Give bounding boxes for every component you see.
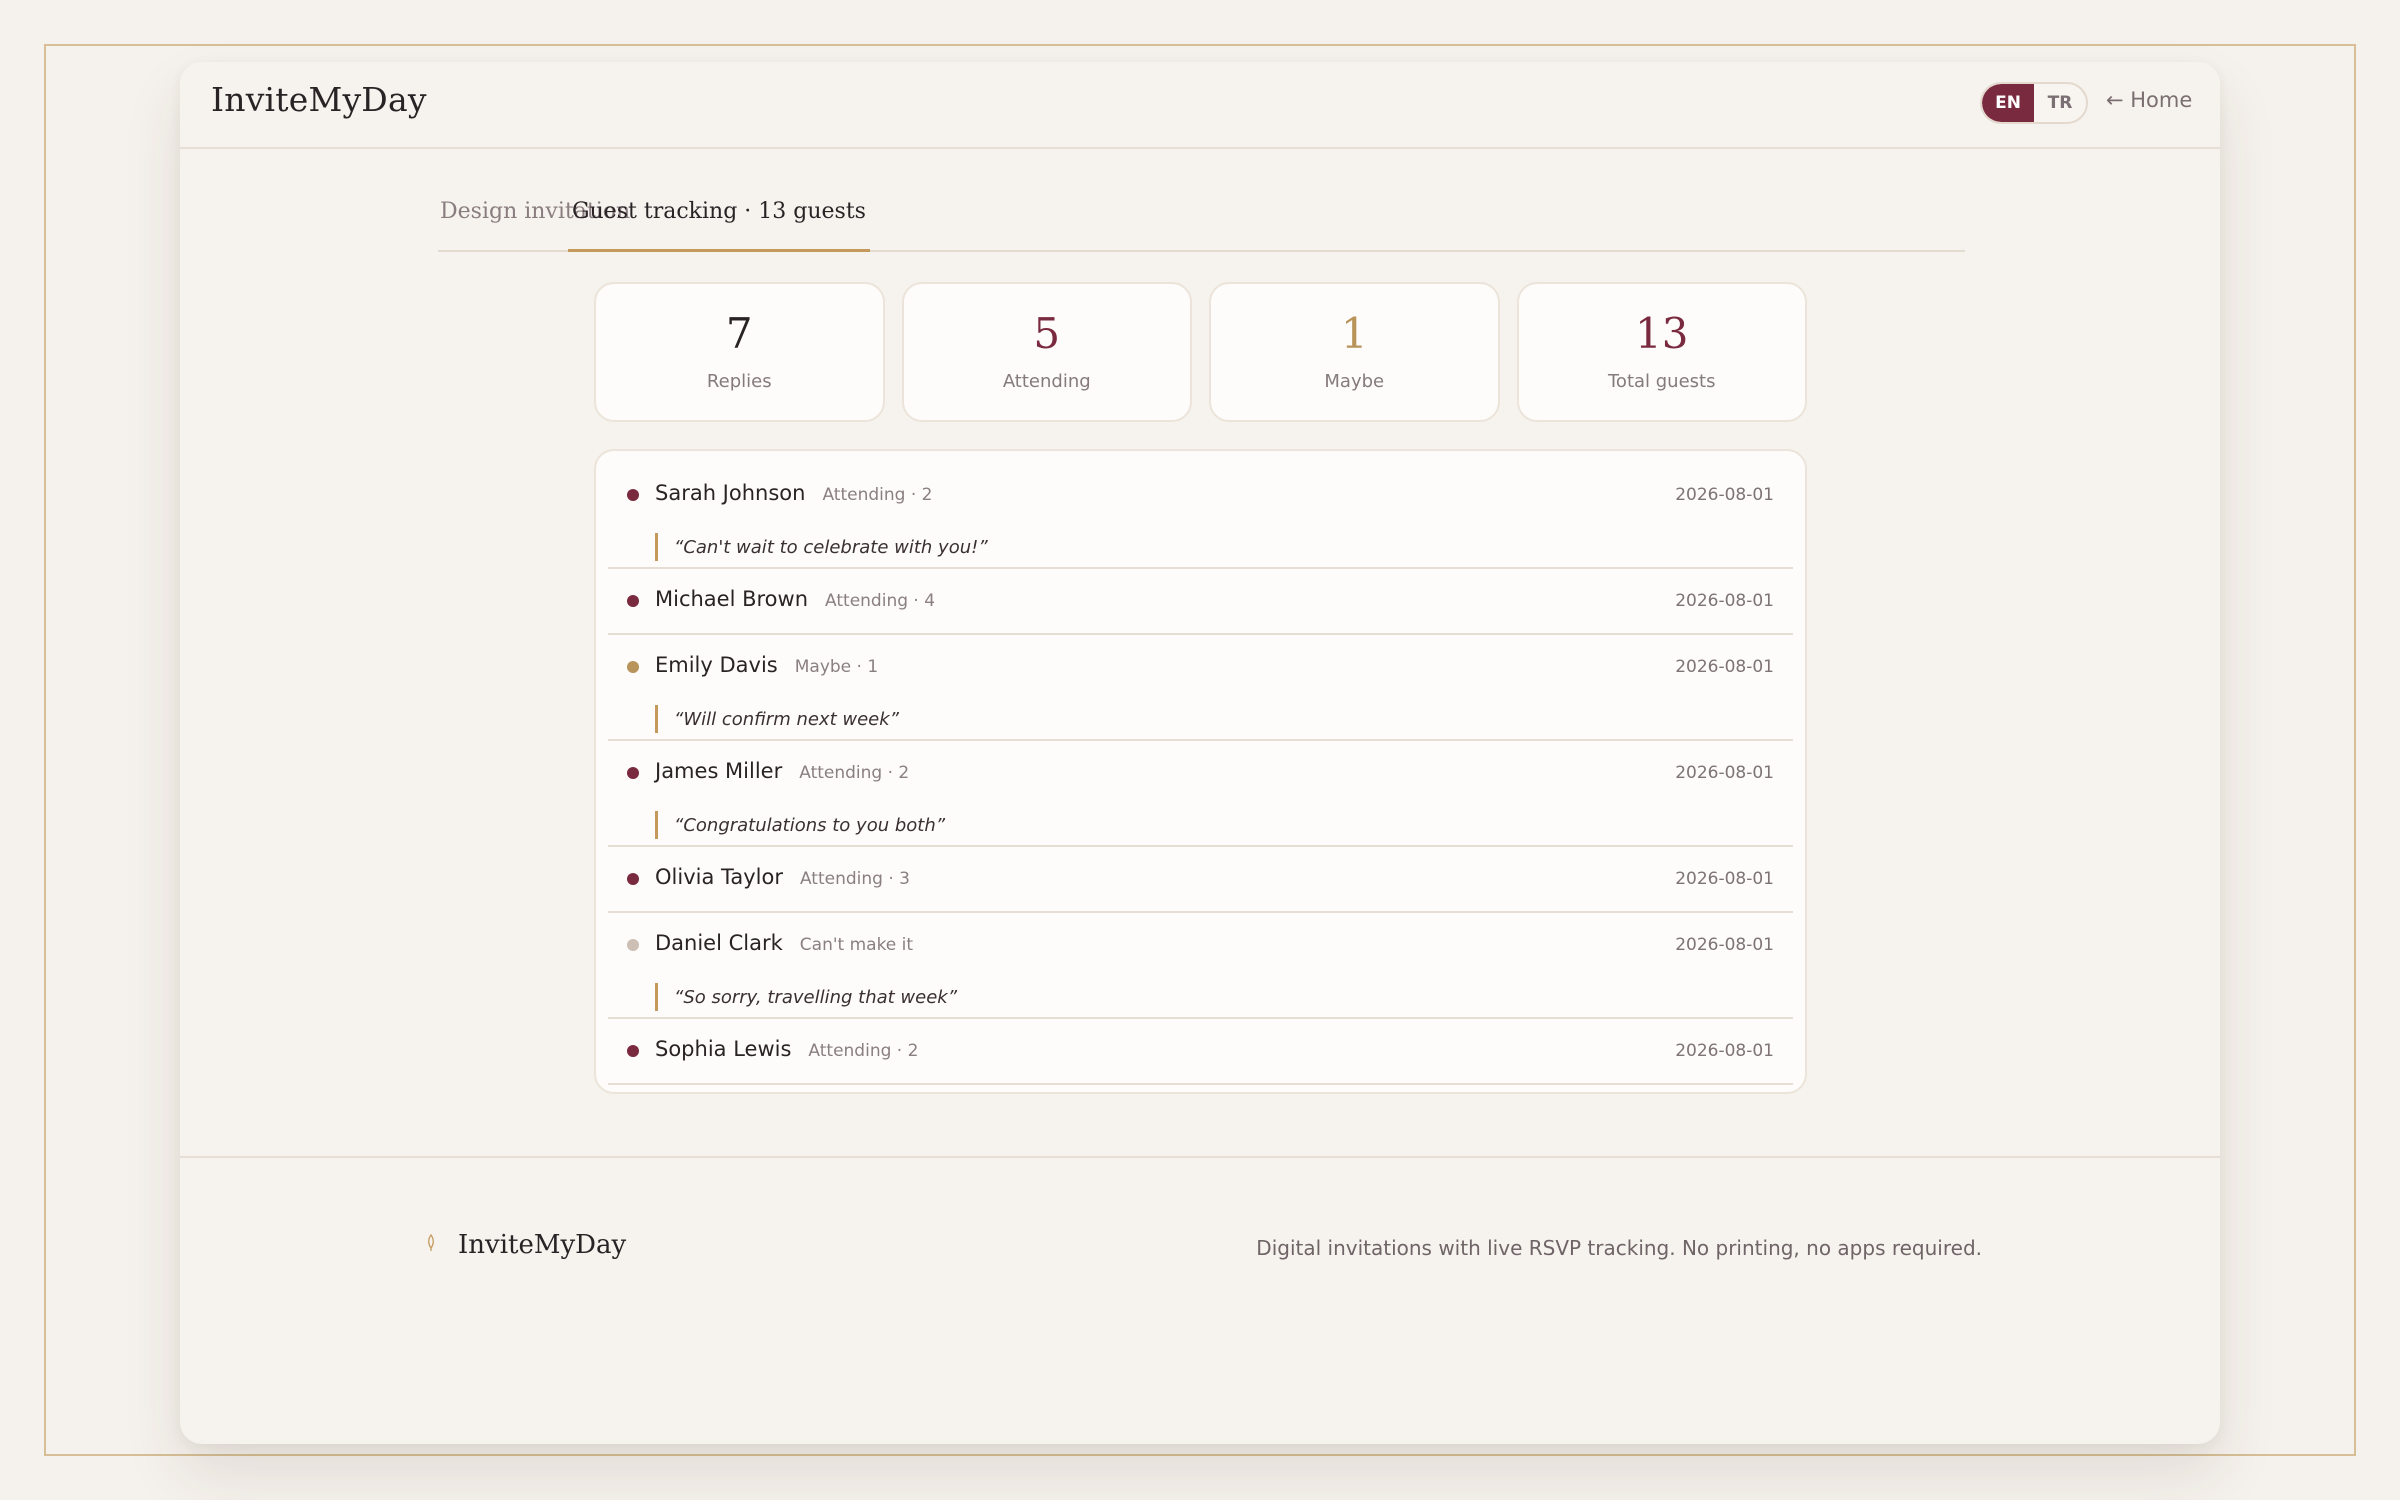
- reply-date: 2026-08-01: [1675, 657, 1774, 677]
- guest-name-line: Emily Davis Maybe · 1: [655, 653, 878, 677]
- rsvp-row[interactable]: Sophia Lewis Attending · 2 2026-08-01: [608, 1019, 1793, 1085]
- guest-status: Attending · 4: [825, 591, 936, 611]
- status-dot: [627, 873, 639, 885]
- reply-date: 2026-08-01: [1675, 763, 1774, 783]
- guest-name-line: Sophia Lewis Attending · 2: [655, 1037, 918, 1061]
- guest-note: “Congratulations to you both”: [655, 811, 945, 839]
- stat-value: 1: [1340, 308, 1368, 358]
- brand-logo[interactable]: InviteMyDay: [211, 80, 427, 119]
- stat-label: Replies: [706, 370, 772, 392]
- reply-date: 2026-08-01: [1675, 485, 1774, 505]
- status-dot: [627, 1045, 639, 1057]
- language-toggle: EN TR: [1980, 82, 2088, 124]
- guest-name: Sophia Lewis: [655, 1037, 792, 1061]
- footer: InviteMyDay Digital invitations with liv…: [180, 1156, 2220, 1444]
- footer-brand-name: InviteMyDay: [458, 1230, 627, 1260]
- stat-label: Attending: [1002, 370, 1091, 392]
- guest-status: Maybe · 1: [794, 657, 879, 677]
- stat-value: 5: [1033, 308, 1061, 358]
- guest-status: Attending · 2: [822, 485, 933, 505]
- status-dot: [627, 939, 639, 951]
- rsvp-row[interactable]: Daniel Clark Can't make it 2026-08-01 “So s…: [608, 913, 1793, 1019]
- guest-name: James Miller: [655, 759, 783, 783]
- guest-note: “Will confirm next week”: [655, 705, 899, 733]
- stat-card-total-guests: 13 Total guests: [1516, 282, 1807, 422]
- language-tr-button[interactable]: TR: [2034, 84, 2086, 122]
- status-dot: [627, 595, 639, 607]
- guest-name-line: Olivia Taylor Attending · 3: [655, 865, 910, 889]
- stat-card-attending: 5 Attending: [901, 282, 1192, 422]
- status-dot: [627, 489, 639, 501]
- status-dot: [627, 661, 639, 673]
- reply-date: 2026-08-01: [1675, 591, 1774, 611]
- app-window: InviteMyDay EN TR ← Home Design invitati…: [180, 62, 2220, 1444]
- footer-brand: InviteMyDay: [426, 1230, 626, 1260]
- reply-date: 2026-08-01: [1675, 935, 1774, 955]
- guest-name: Olivia Taylor: [655, 865, 783, 889]
- status-dot: [627, 767, 639, 779]
- stat-value: 7: [725, 308, 753, 358]
- stats-row: 7 Replies 5 Attending 1 Maybe 13 Total g…: [594, 282, 1807, 422]
- stat-card-replies: 7 Replies: [594, 282, 885, 422]
- guest-status: Attending · 3: [799, 869, 910, 889]
- guest-note: “Can't wait to celebrate with you!”: [655, 533, 988, 561]
- guest-name-line: James Miller Attending · 2: [655, 759, 909, 783]
- stat-label: Maybe: [1324, 370, 1385, 392]
- guest-name-line: Michael Brown Attending · 4: [655, 587, 935, 611]
- reply-date: 2026-08-01: [1675, 869, 1774, 889]
- guest-name-line: Daniel Clark Can't make it: [655, 931, 913, 955]
- guest-name: Michael Brown: [655, 587, 809, 611]
- language-en-button[interactable]: EN: [1982, 84, 2034, 122]
- rsvp-row[interactable]: Emily Davis Maybe · 1 2026-08-01 “Will conf…: [608, 635, 1793, 741]
- stat-card-maybe: 1 Maybe: [1209, 282, 1500, 422]
- guest-status: Attending · 2: [808, 1041, 919, 1061]
- guest-note: “So sorry, travelling that week”: [655, 983, 957, 1011]
- rsvp-row[interactable]: James Miller Attending · 2 2026-08-01 “Cong…: [608, 741, 1793, 847]
- rsvp-row[interactable]: Olivia Taylor Attending · 3 2026-08-01: [608, 847, 1793, 913]
- reply-date: 2026-08-01: [1675, 1041, 1774, 1061]
- tab-bar: Design invitation Guest tracking · 13 gu…: [438, 196, 1965, 252]
- guest-status: Can't make it: [799, 935, 914, 955]
- tab-guest-tracking[interactable]: Guest tracking · 13 guests: [568, 196, 870, 252]
- rsvp-row[interactable]: Sarah Johnson Attending · 2 2026-08-01 “Can…: [608, 463, 1793, 569]
- stat-value: 13: [1635, 308, 1689, 358]
- header: InviteMyDay EN TR ← Home: [180, 62, 2220, 149]
- rsvp-row[interactable]: Michael Brown Attending · 4 2026-08-01: [608, 569, 1793, 635]
- quill-icon: [426, 1233, 436, 1256]
- guest-status: Attending · 2: [799, 763, 910, 783]
- stat-label: Total guests: [1608, 370, 1716, 392]
- guest-name: Daniel Clark: [655, 931, 783, 955]
- rsvp-list: Sarah Johnson Attending · 2 2026-08-01 “Can…: [594, 449, 1807, 1094]
- guest-name: Emily Davis: [655, 653, 778, 677]
- guest-name: Sarah Johnson: [655, 481, 806, 505]
- guest-name-line: Sarah Johnson Attending · 2: [655, 481, 932, 505]
- home-link[interactable]: ← Home: [2106, 88, 2192, 112]
- footer-tagline: Digital invitations with live RSVP track…: [1256, 1236, 1982, 1260]
